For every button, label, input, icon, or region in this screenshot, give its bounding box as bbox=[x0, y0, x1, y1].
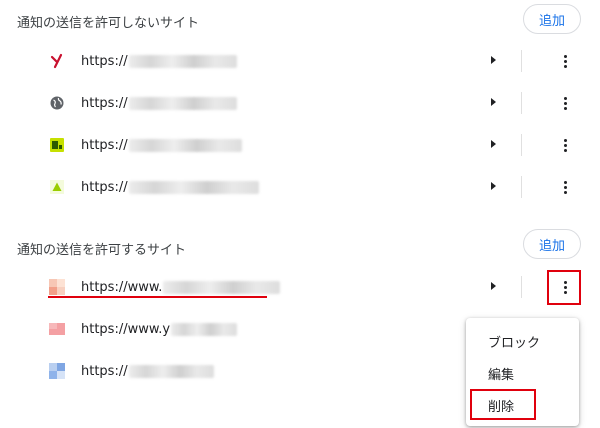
green-badge-icon bbox=[50, 138, 64, 152]
site-url: https:// bbox=[81, 95, 128, 111]
expand-arrow-icon[interactable] bbox=[491, 140, 496, 148]
allowed-site-row[interactable]: https://www. bbox=[0, 266, 600, 308]
site-url: https:// bbox=[81, 53, 128, 69]
blurred-domain bbox=[128, 364, 214, 378]
site-url: https:// bbox=[81, 137, 128, 153]
row-divider bbox=[521, 276, 522, 298]
pink-favicon-icon bbox=[49, 323, 65, 335]
blocked-site-row[interactable]: https:// bbox=[0, 82, 600, 124]
highlight-more-button-box bbox=[547, 270, 581, 305]
blurred-domain bbox=[128, 96, 237, 110]
more-actions-icon[interactable] bbox=[558, 94, 572, 112]
pixel-favicon-icon bbox=[49, 279, 65, 295]
expand-arrow-icon[interactable] bbox=[491, 282, 496, 290]
site-url: https://www. bbox=[81, 279, 163, 295]
blurred-domain bbox=[128, 138, 242, 152]
more-actions-icon[interactable] bbox=[558, 136, 572, 154]
blurred-domain bbox=[163, 280, 281, 294]
highlight-underline bbox=[48, 296, 267, 298]
blocked-site-row[interactable]: https:// bbox=[0, 166, 600, 208]
highlight-delete-box bbox=[470, 389, 536, 420]
row-divider bbox=[521, 134, 522, 156]
menu-item-block[interactable]: ブロック bbox=[488, 332, 540, 351]
triangle-icon bbox=[50, 180, 64, 194]
blue-favicon-icon bbox=[49, 363, 65, 379]
site-url: https:// bbox=[81, 363, 128, 379]
blurred-domain bbox=[171, 322, 238, 336]
expand-arrow-icon[interactable] bbox=[491, 56, 496, 64]
blurred-domain bbox=[128, 180, 259, 194]
menu-item-edit[interactable]: 編集 bbox=[488, 364, 514, 383]
row-divider bbox=[521, 50, 522, 72]
row-divider bbox=[521, 176, 522, 198]
more-actions-icon[interactable] bbox=[558, 52, 572, 70]
row-divider bbox=[521, 92, 522, 114]
blocked-site-row[interactable]: https:// bbox=[0, 124, 600, 166]
add-allowed-site-button[interactable]: 追加 bbox=[523, 229, 581, 259]
globe-icon bbox=[50, 96, 64, 110]
y-letter-icon bbox=[50, 53, 63, 69]
blurred-domain bbox=[128, 54, 237, 68]
site-url: https://www.y bbox=[81, 321, 171, 337]
blocked-site-row[interactable]: https:// bbox=[0, 40, 600, 82]
more-actions-icon[interactable] bbox=[558, 178, 572, 196]
allowed-section-title: 通知の送信を許可するサイト bbox=[17, 243, 187, 258]
blocked-section-title: 通知の送信を許可しないサイト bbox=[17, 16, 200, 31]
site-url: https:// bbox=[81, 179, 128, 195]
add-blocked-site-button[interactable]: 追加 bbox=[523, 4, 581, 34]
expand-arrow-icon[interactable] bbox=[491, 98, 496, 106]
expand-arrow-icon[interactable] bbox=[491, 182, 496, 190]
